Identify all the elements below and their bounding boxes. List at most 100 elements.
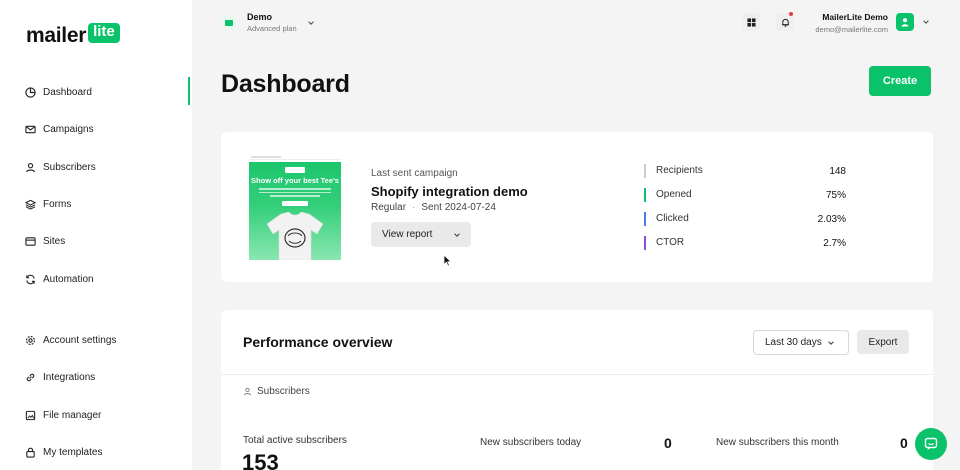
- chevron-down-icon: [454, 232, 460, 237]
- grid-icon: [746, 17, 756, 27]
- last-campaign-card: Show off your best Tee's Last sent campa…: [221, 132, 933, 282]
- sidebar-item-label: Subscribers: [43, 161, 96, 173]
- layers-icon: [25, 199, 36, 210]
- stat-ctor: CTOR 2.7%: [644, 235, 846, 251]
- chat-button[interactable]: [915, 428, 947, 460]
- campaign-kicker: Last sent campaign: [371, 168, 458, 179]
- stat-clicked: Clicked 2.03%: [644, 211, 846, 227]
- avatar[interactable]: [896, 13, 914, 31]
- flag-icon: [222, 15, 236, 30]
- total-active-value: 153: [242, 450, 279, 470]
- file-icon: [25, 410, 36, 421]
- date-range-value: Last 30 days: [765, 337, 822, 348]
- user-icon: [243, 387, 252, 396]
- sidebar-item-label: Forms: [43, 198, 72, 210]
- new-month-value: 0: [900, 435, 908, 451]
- user-menu[interactable]: MailerLite Demo demo@mailerlite.com: [815, 12, 888, 34]
- sidebar-item-label: Sites: [43, 235, 66, 247]
- section-title: Performance overview: [243, 334, 393, 350]
- sidebar-item-subscribers[interactable]: Subscribers: [25, 157, 96, 177]
- thumbnail-text-lines: [259, 188, 331, 198]
- thumbnail-header: [249, 154, 342, 160]
- stat-label: Clicked: [644, 212, 689, 226]
- view-report-button[interactable]: View report: [371, 222, 471, 247]
- sidebar-item-account-settings[interactable]: Account settings: [25, 330, 116, 350]
- mailerlite-logo[interactable]: mailer lite: [26, 23, 120, 48]
- user-email: demo@mailerlite.com: [815, 25, 888, 34]
- new-today-value: 0: [664, 435, 672, 451]
- campaign-thumbnail[interactable]: Show off your best Tee's: [249, 154, 342, 260]
- sidebar-item-label: Dashboard: [43, 86, 92, 98]
- sidebar-item-integrations[interactable]: Integrations: [25, 367, 95, 387]
- stat-recipients: Recipients 148: [644, 163, 846, 179]
- stat-value: 2.7%: [823, 237, 846, 249]
- section-label-text: Subscribers: [257, 386, 310, 397]
- stat-value: 2.03%: [817, 213, 846, 225]
- new-today-label: New subscribers today: [480, 437, 582, 448]
- sidebar-item-label: File manager: [43, 409, 102, 421]
- tshirt-image: [266, 212, 324, 260]
- notifications-button[interactable]: [776, 12, 794, 31]
- chevron-down-icon: [307, 20, 314, 25]
- stat-label: CTOR: [644, 236, 684, 250]
- sidebar-item-my-templates[interactable]: My templates: [25, 442, 102, 462]
- sidebar-item-forms[interactable]: Forms: [25, 194, 71, 214]
- sidebar: mailer lite Dashboard Campaigns Subscrib…: [0, 0, 192, 470]
- create-button[interactable]: Create: [869, 66, 931, 96]
- sidebar-item-dashboard[interactable]: Dashboard: [25, 82, 92, 102]
- thumbnail-cta: [282, 201, 308, 206]
- sidebar-item-automation[interactable]: Automation: [25, 269, 94, 289]
- link-icon: [25, 372, 36, 383]
- sidebar-item-campaigns[interactable]: Campaigns: [25, 119, 94, 139]
- chevron-down-icon[interactable]: [922, 18, 930, 26]
- sidebar-item-label: Account settings: [43, 334, 117, 346]
- user-icon: [901, 18, 909, 27]
- campaign-sent-date: Sent 2024-07-24: [421, 202, 496, 213]
- refresh-icon: [25, 274, 36, 285]
- sidebar-item-label: Campaigns: [43, 123, 94, 135]
- page-title: Dashboard: [221, 70, 350, 98]
- dashboard-icon: [25, 86, 36, 98]
- subscribers-section-label: Subscribers: [243, 386, 310, 397]
- thumbnail-logo: [285, 167, 305, 173]
- sidebar-item-sites[interactable]: Sites: [25, 231, 65, 251]
- separator-dot: ·: [412, 202, 416, 213]
- user-icon: [25, 162, 36, 173]
- sidebar-item-file-manager[interactable]: File manager: [25, 405, 101, 425]
- bell-icon: [781, 18, 789, 27]
- stat-value: 75%: [825, 189, 846, 201]
- total-active-label: Total active subscribers: [243, 435, 347, 446]
- mouse-cursor-icon: [443, 254, 452, 267]
- logo-text: mailer: [26, 24, 87, 47]
- divider: [221, 374, 933, 375]
- campaign-meta: Regular · Sent 2024-07-24: [371, 202, 496, 213]
- chevron-down-icon: [828, 340, 834, 345]
- sidebar-item-label: Integrations: [43, 371, 96, 383]
- apps-grid-button[interactable]: [742, 13, 760, 31]
- account-switcher[interactable]: Demo Advanced plan: [222, 12, 315, 33]
- user-name: MailerLite Demo: [822, 12, 888, 22]
- logo-badge: lite: [88, 23, 120, 43]
- stat-label: Opened: [644, 188, 692, 202]
- new-month-label: New subscribers this month: [716, 437, 839, 448]
- performance-overview-card: Performance overview Last 30 days Export…: [221, 310, 933, 470]
- stat-opened: Opened 75%: [644, 187, 846, 203]
- gear-icon: [25, 335, 36, 346]
- campaign-name[interactable]: Shopify integration demo: [371, 184, 528, 199]
- account-name: Demo: [247, 12, 273, 22]
- sidebar-item-label: Automation: [43, 273, 94, 285]
- thumbnail-body: Show off your best Tee's: [249, 162, 341, 260]
- view-report-label: View report: [382, 229, 433, 240]
- date-range-select[interactable]: Last 30 days: [753, 330, 849, 355]
- account-info: Demo Advanced plan: [247, 12, 297, 33]
- active-indicator: [188, 77, 190, 105]
- export-button[interactable]: Export: [857, 330, 909, 354]
- account-plan: Advanced plan: [247, 24, 297, 33]
- chat-icon: [924, 437, 938, 450]
- mail-icon: [25, 124, 36, 135]
- notification-dot: [789, 12, 793, 16]
- browser-icon: [25, 236, 36, 247]
- campaign-type: Regular: [371, 202, 407, 213]
- lock-icon: [25, 447, 36, 458]
- stat-value: 148: [829, 165, 846, 177]
